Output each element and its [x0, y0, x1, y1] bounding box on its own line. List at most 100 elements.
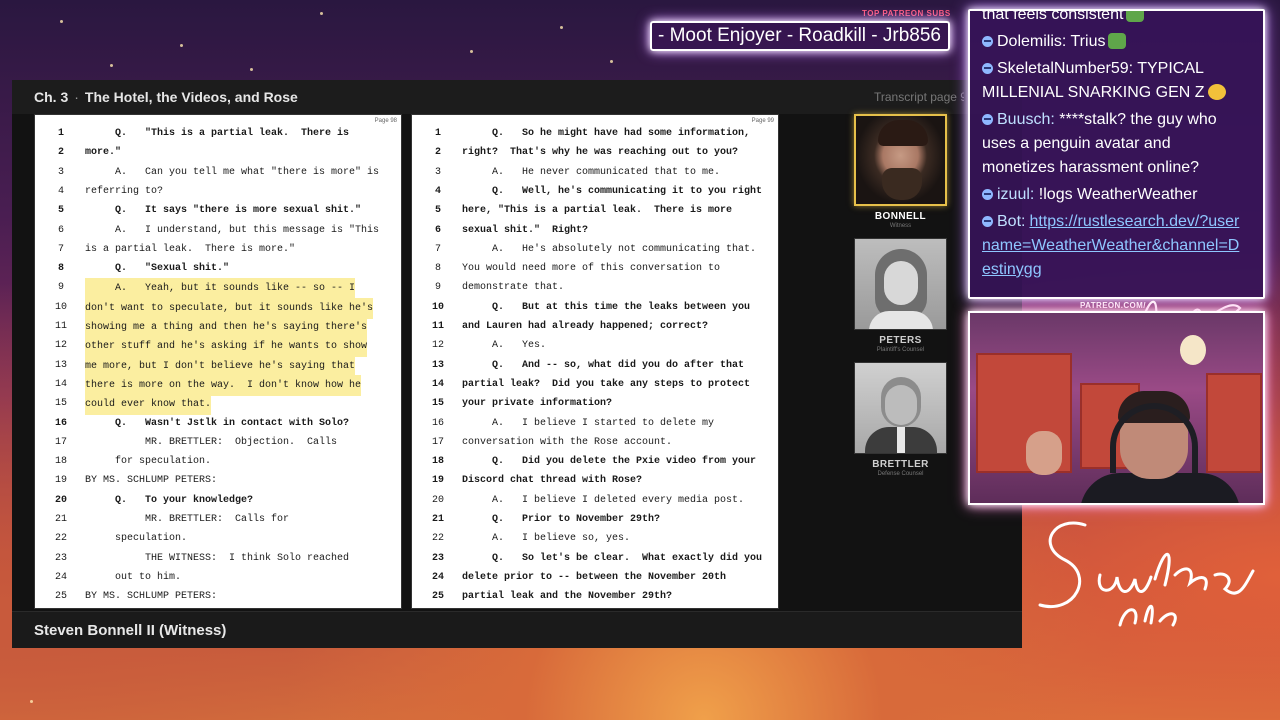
line-number: 9 [434, 282, 441, 294]
line-text: is a partial leak. There is more." [85, 243, 296, 255]
transcript-line: 5 here, "This is a partial leak. There is… [412, 201, 778, 220]
line-text: demonstrate that. [462, 282, 565, 294]
transcript-line: 13 Q. And -- so, what did you do after t… [412, 356, 778, 375]
line-text: Q. Well, he's communicating it to you ri… [462, 185, 763, 197]
chat-text: Trius [1066, 33, 1106, 50]
transcript-player: Ch. 3 · The Hotel, the Videos, and Rose Tr… [12, 80, 1022, 648]
chat-text: !logs WeatherWeather [1034, 186, 1198, 203]
line-text: partial leak? Did you take any steps to … [462, 378, 751, 390]
line-number: 16 [431, 417, 444, 429]
line-text: MR. BRETTLER: Calls for [85, 514, 290, 525]
line-text: A. I believe so, yes. [462, 533, 631, 545]
line-text: A. He's absolutely not communicating tha… [462, 243, 757, 255]
line-text: Q. Prior to November 29th? [462, 514, 661, 525]
chat-panel: that feels consistent Dolemilis: Trius Ske… [968, 9, 1265, 299]
transcript-line: 6 sexual shit." Right? [412, 221, 778, 240]
line-number: 3 [57, 166, 64, 178]
line-number: 15 [431, 398, 444, 410]
streamer-hand [1026, 431, 1062, 475]
transcript-line: 16 A. I believe I started to delete my [412, 414, 778, 433]
line-text: A. I believe I deleted every media post. [462, 494, 745, 506]
line-number: 7 [57, 243, 64, 255]
transcript-line: 11 and Lauren had already happened; corre… [412, 317, 778, 336]
line-text: and Lauren had already happened; correct… [462, 321, 709, 332]
line-text: Q. So let's be clear. What exactly did y… [462, 552, 763, 564]
chat-user-badge-icon [982, 36, 993, 47]
line-number: 18 [431, 456, 444, 468]
line-text: delete prior to -- between the November … [462, 571, 727, 583]
transcript-page-right: Page 99 1 Q. So he might have had some i… [411, 114, 779, 609]
line-number: 20 [431, 494, 444, 506]
line-text: conversation with the Rose account. [462, 436, 673, 448]
plush-toy [1180, 335, 1206, 365]
line-number: 4 [57, 185, 64, 197]
line-number: 15 [54, 398, 67, 410]
transcript-line: 18 for speculation. [35, 452, 401, 471]
chat-username[interactable]: izuul: [997, 186, 1034, 203]
chapter-header: Ch. 3 · The Hotel, the Videos, and Rose Tr… [12, 80, 1022, 114]
transcript-line: 19 BY MS. SCHLUMP PETERS: [35, 471, 401, 490]
line-text: here, "This is a partial leak. There is … [462, 205, 733, 217]
chat-username[interactable]: SkeletalNumber59: [997, 60, 1133, 77]
speaker-name: BONNELL [874, 211, 927, 222]
line-number: 8 [434, 263, 441, 275]
chat-username[interactable]: Buusch: [997, 111, 1055, 128]
line-number: 22 [431, 533, 444, 545]
chat-username[interactable]: Bot: [997, 213, 1025, 230]
chat-username[interactable]: Dolemilis: [997, 33, 1066, 50]
transcript-line: 20 A. I believe I deleted every media po… [412, 491, 778, 510]
line-text: A. Can you tell me what "there is more" … [85, 166, 380, 178]
highlighted-line-text: there is more on the way. I don't know h… [85, 374, 362, 396]
line-text: Q. Wasn't Jstlk in contact with Solo? [85, 417, 350, 429]
transcript-line: 3 A. He never communicated that to me. [412, 163, 778, 182]
something-else-logo [1038, 521, 1255, 627]
line-text: You would need more of this conversation… [462, 263, 721, 275]
line-text: A. He never communicated that to me. [462, 166, 721, 178]
line-text: A. I believe I started to delete my [462, 417, 715, 429]
transcript-page-left: Page 98 1 Q. "This is a partial leak. Th… [34, 114, 402, 609]
top-subs-ticker: - Moot Enjoyer - Roadkill - Jrb856 [650, 21, 950, 51]
line-text: your private information? [462, 398, 613, 410]
line-text: MR. BRETTLER: Objection. Calls [85, 436, 338, 448]
line-text: A. I understand, but this message is "Th… [85, 224, 380, 236]
line-text: partial leak and the November 29th? [462, 591, 673, 603]
line-number: 20 [54, 494, 67, 506]
transcript-line: 19 Discord chat thread with Rose? [412, 471, 778, 490]
transcript-line: 20 Q. To your knowledge? [35, 491, 401, 510]
current-speaker-bar: Steven Bonnell II (Witness) [12, 611, 1022, 648]
line-number: 23 [54, 552, 67, 564]
highlighted-line-text: me more, but I don't believe he's saying… [85, 355, 356, 377]
transcript-line: 14 there is more on the way. I don't know… [35, 374, 401, 396]
line-text: more." [85, 147, 122, 159]
chat-user-badge-icon [982, 189, 993, 200]
line-text: Q. It says "there is more sexual shit." [85, 205, 362, 217]
transcript-line: 10 Q. But at this time the leaks between… [412, 298, 778, 317]
transcript-line: 24 out to him. [35, 568, 401, 587]
highlighted-line-text: could ever know that. [85, 394, 212, 416]
line-text: Q. But at this time the leaks between yo… [462, 301, 751, 313]
line-number: 22 [54, 533, 67, 545]
highlighted-line-text: other stuff and he's asking if he wants … [85, 336, 368, 358]
line-text: out to him. [85, 571, 182, 583]
transcript-line: 7 is a partial leak. There is more." [35, 240, 401, 259]
speaker-name: PETERS [879, 335, 922, 346]
line-number: 24 [54, 571, 67, 583]
highlighted-line-text: don't want to speculate, but it sounds l… [85, 297, 374, 319]
line-number: 19 [54, 475, 67, 487]
transcript-line: 4 Q. Well, he's communicating it to you … [412, 182, 778, 201]
line-number: 5 [434, 205, 441, 217]
chat-message: izuul: !logs WeatherWeather [982, 183, 1244, 207]
transcript-line: 10 don't want to speculate, but it sounds… [35, 297, 401, 319]
transcript-line: 8 Q. "Sexual shit." [35, 259, 401, 278]
pepe-emote-icon [1126, 11, 1145, 22]
transcript-line: 21 Q. Prior to November 29th? [412, 510, 778, 529]
line-number: 13 [54, 359, 67, 371]
line-number: 13 [431, 359, 444, 371]
transcript-line: 3 A. Can you tell me what "there is more… [35, 163, 401, 182]
transcript-line: 1 Q. "This is a partial leak. There is [35, 124, 401, 143]
line-number: 7 [434, 243, 441, 255]
transcript-line: 15 could ever know that. [35, 394, 401, 416]
page-counter: Transcript page 9 [874, 90, 964, 104]
chat-message: Buusch: ****stalk? the guy who uses a pe… [982, 108, 1244, 180]
chat-message: Dolemilis: Trius [982, 30, 1244, 54]
